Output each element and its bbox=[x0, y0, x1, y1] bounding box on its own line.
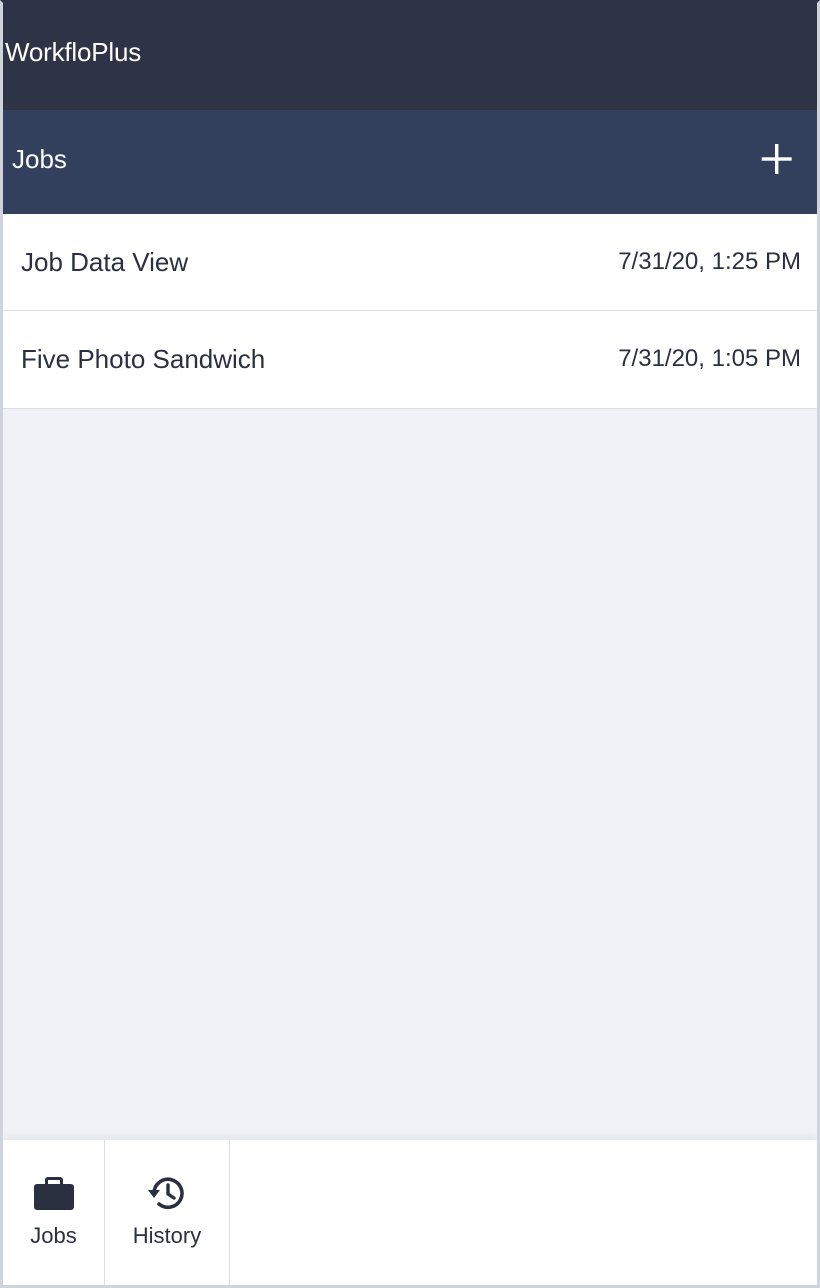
page-title: Jobs bbox=[12, 144, 67, 174]
tab-history[interactable]: History bbox=[105, 1140, 230, 1285]
job-list: Job Data View 7/31/20, 1:25 PM Five Phot… bbox=[3, 214, 817, 409]
app-window: WorkfloPlus Jobs Job Data View 7/31/20, … bbox=[0, 0, 820, 1288]
job-list-item[interactable]: Five Photo Sandwich 7/31/20, 1:05 PM bbox=[3, 311, 817, 409]
tab-jobs-label: Jobs bbox=[30, 1223, 77, 1248]
job-name: Five Photo Sandwich bbox=[21, 344, 266, 374]
job-date: 7/31/20, 1:05 PM bbox=[618, 345, 801, 372]
tab-history-label: History bbox=[132, 1223, 202, 1248]
app-bar: WorkfloPlus bbox=[3, 3, 817, 110]
history-icon bbox=[145, 1173, 189, 1213]
jobs-header: Jobs bbox=[3, 110, 817, 214]
add-job-button[interactable] bbox=[755, 138, 799, 182]
plus-icon bbox=[761, 144, 792, 174]
tab-jobs[interactable]: Jobs bbox=[3, 1140, 105, 1285]
job-date: 7/31/20, 1:25 PM bbox=[618, 248, 801, 275]
bottom-nav: Jobs History bbox=[3, 1140, 817, 1285]
job-list-item[interactable]: Job Data View 7/31/20, 1:25 PM bbox=[3, 214, 817, 311]
app-title: WorkfloPlus bbox=[5, 37, 142, 67]
job-name: Job Data View bbox=[21, 247, 189, 277]
briefcase-icon bbox=[32, 1173, 76, 1213]
